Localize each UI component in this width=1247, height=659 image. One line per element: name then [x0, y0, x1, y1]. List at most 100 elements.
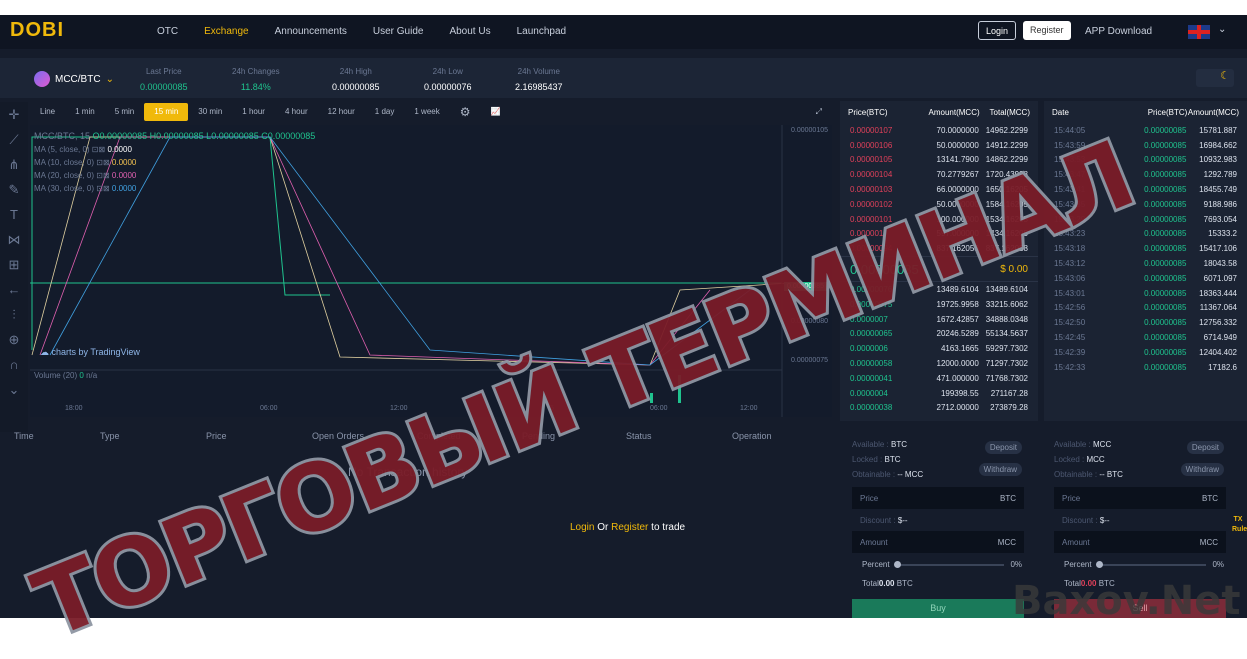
trade-row[interactable]: 15:43:01 0.00000085 18363.444 [1044, 286, 1247, 301]
stat-value: 11.84% [240, 82, 271, 92]
interval-5-min[interactable]: 5 min [105, 103, 145, 121]
indicators-icon[interactable]: 📈 [481, 103, 511, 121]
crosshair-icon[interactable]: ✛ [0, 102, 28, 127]
stat-value: 0.00000085 [140, 82, 188, 92]
login-link[interactable]: Login [570, 522, 594, 533]
amount-input[interactable]: Amount MCC [852, 531, 1024, 553]
stat-label: 24h Low [432, 67, 463, 76]
column-header: Price(BTC) [848, 107, 888, 117]
trade-row[interactable]: 15:43:12 0.00000085 18043.58 [1044, 256, 1247, 271]
interval-15-min[interactable]: 15 min [144, 103, 189, 121]
register-button[interactable]: Register [1023, 21, 1071, 40]
pattern-icon[interactable]: ⋈ [0, 227, 28, 252]
register-link[interactable]: Register [611, 522, 648, 533]
order-row[interactable]: 0.00000058 12000.0000 71297.7302 [840, 356, 1038, 371]
column-header: Date [1052, 107, 1069, 117]
back-arrow-icon[interactable]: ← [0, 277, 28, 302]
nav-item-announcements[interactable]: Announcements [275, 26, 347, 37]
interval-toolbar: Line 1 min 5 min 15 min 30 min 1 hour 4 hour 12… [30, 101, 832, 123]
withdraw-button[interactable]: Withdraw [978, 463, 1022, 476]
amount-input[interactable]: Amount MCC [1054, 531, 1226, 553]
interval-12-hour[interactable]: 12 hour [318, 103, 365, 121]
trade-row[interactable]: 15:42:33 0.00000085 17182.6 [1044, 360, 1247, 375]
order-row[interactable]: 0.00000107 70.0000000 14962.2299 [840, 123, 1038, 138]
interval-1-hour[interactable]: 1 hour [232, 103, 275, 121]
cell: 0.0000006 [850, 344, 888, 354]
trade-row[interactable]: 15:42:56 0.00000085 11367.064 [1044, 301, 1247, 316]
cell: 0.00000085 [1144, 288, 1187, 298]
tx-rules-tab[interactable]: TX Rules [1232, 515, 1247, 535]
ma-icons[interactable]: ⊡⊠ [90, 145, 108, 154]
nav-item-launchpad[interactable]: Launchpad [517, 26, 567, 37]
discount-label: Discount : [860, 516, 896, 525]
collapse-icon[interactable]: ⌄ [0, 377, 28, 402]
order-row[interactable]: 0.00000038 2712.00000 273879.28 [840, 401, 1038, 416]
order-row[interactable]: 0.00000106 50.0000000 14912.2299 [840, 138, 1038, 153]
logo[interactable]: DOBI [10, 19, 64, 42]
trade-row[interactable]: 15:42:39 0.00000085 12404.402 [1044, 345, 1247, 360]
deposit-button[interactable]: Deposit [984, 441, 1022, 454]
measure-icon[interactable]: ⊞ [0, 252, 28, 277]
total-label: Total [862, 579, 879, 588]
magnet-icon[interactable]: ∩ [0, 352, 28, 377]
interval-1-day[interactable]: 1 day [365, 103, 405, 121]
buy-form: Available : BTC Locked : BTC Obtainable : … [840, 427, 1036, 618]
interval-Line[interactable]: Line [30, 103, 65, 121]
cell: 15:42:50 [1054, 318, 1086, 328]
interval-4-hour[interactable]: 4 hour [275, 103, 318, 121]
forecast-icon[interactable]: ⫶ [0, 302, 28, 327]
chevron-down-icon[interactable]: ⌄ [1218, 24, 1226, 35]
interval-30-min[interactable]: 30 min [188, 103, 232, 121]
uk-flag-icon[interactable] [1188, 25, 1210, 39]
withdraw-button[interactable]: Withdraw [1180, 463, 1224, 476]
nav-item-about-us[interactable]: About Us [449, 26, 490, 37]
deposit-button[interactable]: Deposit [1186, 441, 1224, 454]
order-row[interactable]: 0.0000006 4163.1665 59297.7302 [840, 341, 1038, 356]
moon-icon: ☾ [1220, 70, 1230, 82]
nav-item-user-guide[interactable]: User Guide [373, 26, 424, 37]
interval-1-min[interactable]: 1 min [65, 103, 105, 121]
tradingview-attribution[interactable]: ☁ charts by TradingView [40, 347, 140, 358]
ma-icons[interactable]: ⊡⊠ [94, 171, 112, 180]
trade-row[interactable]: 15:42:50 0.00000085 12756.332 [1044, 315, 1247, 330]
ma-icons[interactable]: ⊡⊠ [94, 158, 112, 167]
cell: 15:43:12 [1054, 259, 1086, 269]
theme-toggle[interactable]: ☾ [1196, 69, 1234, 87]
stat-value: 0.00000076 [424, 82, 472, 92]
cell: 71297.7302 [985, 359, 1028, 369]
nav-item-exchange[interactable]: Exchange [204, 26, 248, 37]
chart-legend: MCC/BTC, 15 O0.00000085 H0.00000085 L0.0… [34, 131, 316, 193]
ma-legend-row: MA (5, close, 0) ⊡⊠ 0.0000 [34, 145, 315, 154]
price-input[interactable]: Price BTC [1054, 487, 1226, 509]
cell: 0.00000041 [850, 373, 893, 383]
pair-selector[interactable]: MCC/BTC ⌄ [34, 71, 114, 87]
login-button[interactable]: Login [978, 21, 1017, 40]
price-input[interactable]: Price BTC [852, 487, 1024, 509]
trade-row[interactable]: 15:43:06 0.00000085 6071.097 [1044, 271, 1247, 286]
trade-row[interactable]: 15:42:45 0.00000085 6714.949 [1044, 330, 1247, 345]
stat-label: 24h Changes [232, 67, 280, 76]
interval-1-week[interactable]: 1 week [404, 103, 449, 121]
column-time: Time [14, 431, 34, 441]
order-row[interactable]: 0.00000041 471.000000 71768.7302 [840, 371, 1038, 386]
fullscreen-icon[interactable]: ⤢ [806, 103, 832, 121]
brush-icon[interactable]: ✎ [0, 177, 28, 202]
cell: 0.0000004 [850, 388, 888, 398]
nav-item-otc[interactable]: OTC [157, 26, 178, 37]
stat-value: 2.16985437 [515, 82, 563, 92]
app-download-link[interactable]: APP Download [1085, 26, 1152, 37]
cell: 15:43:01 [1054, 288, 1086, 298]
ma-legend-row: MA (30, close, 0) ⊡⊠ 0.0000 [34, 184, 315, 193]
zoom-in-icon[interactable]: ⊕ [0, 327, 28, 352]
percent-slider[interactable] [1095, 560, 1207, 568]
trendline-icon[interactable]: ⟋ [0, 127, 28, 152]
fork-icon[interactable]: ⋔ [0, 152, 28, 177]
cell: 15417.106 [1199, 244, 1237, 254]
text-icon[interactable]: T [0, 202, 28, 227]
locked-label: Locked : [1054, 455, 1085, 464]
buy-button[interactable]: Buy [852, 599, 1024, 618]
order-row[interactable]: 0.0000004 199398.55 271167.28 [840, 386, 1038, 401]
ma-icons[interactable]: ⊡⊠ [94, 184, 112, 193]
percent-slider[interactable] [893, 560, 1005, 568]
settings-gear-icon[interactable]: ⚙ [450, 103, 481, 121]
